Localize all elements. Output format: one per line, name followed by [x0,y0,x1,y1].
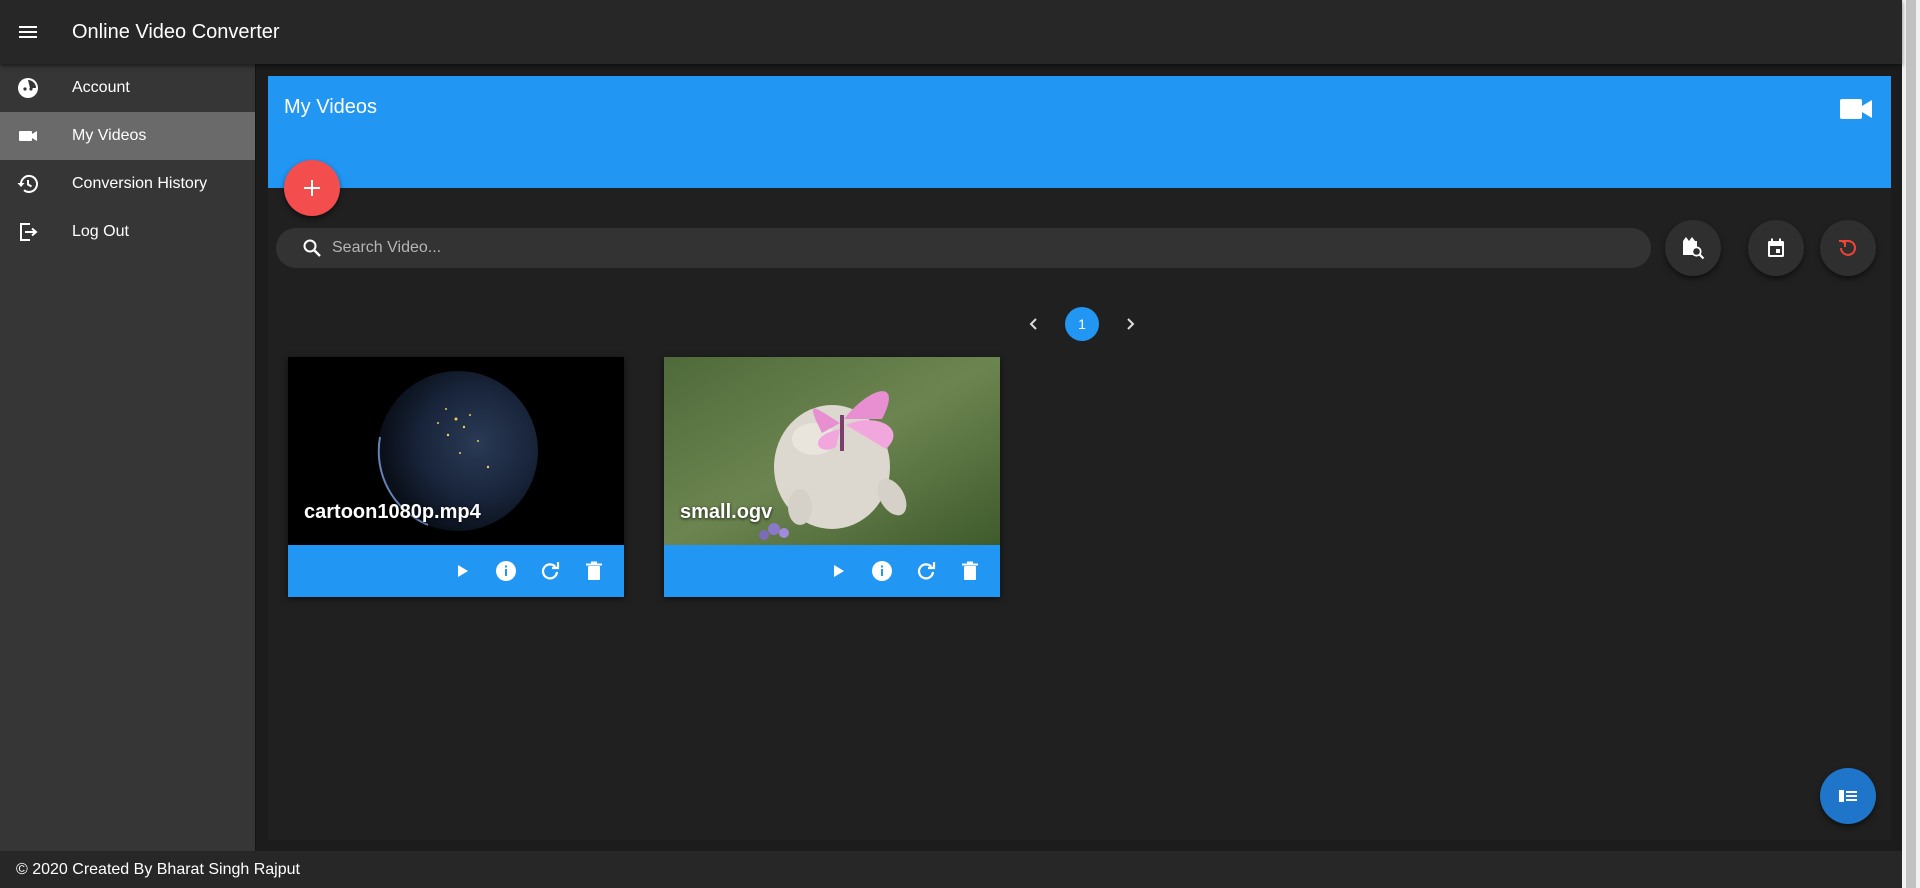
video-card[interactable]: cartoon1080p.mp4 [288,357,624,597]
convert-button[interactable] [904,545,948,597]
search-video-type-button[interactable] [1665,220,1721,276]
history-icon [0,172,56,196]
chevron-right-icon [1127,318,1135,330]
trash-icon [586,561,602,580]
sidebar-item-label: Conversion History [72,175,208,192]
search-bar [276,228,1651,268]
sidebar-item-account[interactable]: Account [0,64,255,112]
sidebar-item-label: Account [72,79,130,96]
pagination: 1 [1022,306,1142,342]
delete-button[interactable] [948,545,992,597]
video-name: cartoon1080p.mp4 [304,501,481,523]
play-button[interactable] [440,545,484,597]
info-button[interactable] [484,545,528,597]
page-1-button[interactable]: 1 [1065,307,1099,341]
search-icon [302,238,322,258]
page-scrollbar[interactable] [1902,0,1920,888]
sidebar-item-my-videos[interactable]: My Videos [0,112,255,160]
reset-filters-button[interactable] [1820,220,1876,276]
videocam-icon [1839,96,1873,127]
sidebar-item-label: Log Out [72,223,129,240]
info-button[interactable] [860,545,904,597]
list-view-icon [1839,790,1857,802]
sidebar-item-label: My Videos [72,127,147,144]
app-bar: Online Video Converter [0,0,1902,64]
hamburger-menu-icon [19,26,37,38]
refresh-icon [1839,239,1856,256]
search-input[interactable] [330,238,1614,258]
next-page-button[interactable] [1118,312,1142,336]
trash-icon [962,561,978,580]
play-icon [834,565,844,577]
scrollbar-thumb[interactable] [1906,0,1916,888]
sidebar-item-log-out[interactable]: Log Out [0,208,255,256]
refresh-icon [917,562,936,580]
sidebar: Account My Videos Conversion History Log… [0,64,256,851]
videos-header: My Videos [268,76,1891,188]
video-card[interactable]: small.ogv [664,357,1000,597]
copyright-text: © 2020 Created By Bharat Singh Rajput [16,860,300,878]
calendar-icon [1768,238,1784,257]
chevron-left-icon [1029,318,1037,330]
add-video-button[interactable] [284,160,340,216]
convert-button[interactable] [528,545,572,597]
video-search-icon [1683,237,1705,260]
content-area: My Videos Search Video... 1 cartoon1080p… [256,64,1902,851]
info-icon [496,561,516,581]
video-actions [664,545,1000,597]
video-actions [288,545,624,597]
date-filter-button[interactable] [1748,220,1804,276]
footer: © 2020 Created By Bharat Singh Rajput [0,851,1902,888]
page-title: My Videos [284,96,378,118]
info-icon [872,561,892,581]
menu-button[interactable] [0,0,56,64]
refresh-icon [541,562,560,580]
account-face-icon [0,76,56,100]
view-toggle-button[interactable] [1820,768,1876,824]
delete-button[interactable] [572,545,616,597]
play-button[interactable] [816,545,860,597]
sidebar-item-conversion-history[interactable]: Conversion History [0,160,255,208]
app-title: Online Video Converter [72,20,280,43]
previous-page-button[interactable] [1022,312,1046,336]
play-icon [458,565,468,577]
video-name: small.ogv [680,501,773,523]
videos-panel: My Videos Search Video... 1 cartoon1080p… [268,76,1891,840]
videocam-icon [0,124,56,148]
logout-icon [0,220,56,244]
plus-icon [304,180,320,196]
